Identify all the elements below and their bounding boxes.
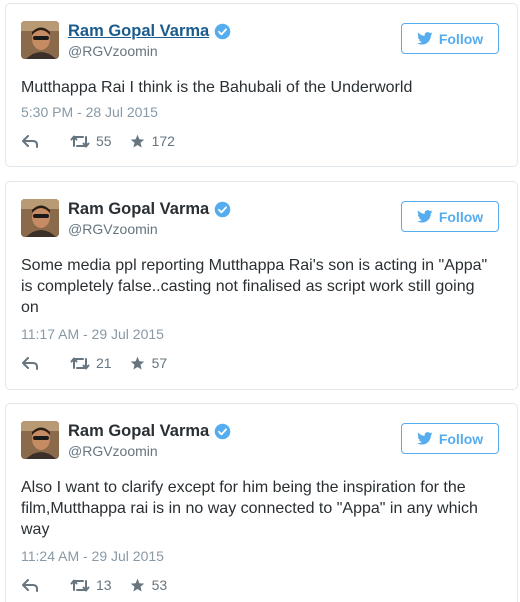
retweet-count: 21 — [96, 355, 112, 371]
retweet-count: 13 — [96, 577, 112, 593]
reply-button[interactable] — [22, 578, 39, 592]
retweet-button[interactable]: 13 — [70, 577, 112, 593]
twitter-bird-icon — [416, 32, 433, 45]
retweet-icon — [70, 579, 90, 591]
tweet-text: Also I want to clarify except for him be… — [21, 479, 478, 538]
retweet-icon — [70, 135, 90, 147]
avatar[interactable] — [21, 21, 59, 59]
tweet-text: Mutthappa Rai I think is the Bahubali of… — [21, 79, 413, 96]
favorite-button[interactable]: 172 — [130, 133, 175, 149]
tweet-card: Ram Gopal Varma @RGVzoomin Follow Muttha… — [5, 3, 518, 167]
favorite-button[interactable]: 57 — [130, 355, 168, 371]
tweet-timestamp[interactable]: 11:17 AM - 29 Jul 2015 — [21, 326, 164, 342]
reply-button[interactable] — [22, 356, 39, 370]
retweet-icon — [70, 357, 90, 369]
reply-icon — [22, 134, 38, 148]
verified-badge-icon — [214, 201, 231, 218]
display-name[interactable]: Ram Gopal Varma — [68, 422, 209, 441]
display-name[interactable]: Ram Gopal Varma — [68, 200, 209, 219]
favorite-count: 172 — [151, 133, 175, 149]
tweet-timestamp[interactable]: 5:30 PM - 28 Jul 2015 — [21, 104, 158, 120]
follow-label: Follow — [438, 208, 484, 225]
tweet-card: Ram Gopal Varma @RGVzoomin Follow Also I… — [5, 403, 518, 602]
reply-button[interactable] — [22, 134, 39, 148]
star-icon — [130, 134, 144, 148]
follow-label: Follow — [438, 30, 484, 47]
twitter-bird-icon — [416, 432, 433, 445]
twitter-bird-icon — [416, 210, 433, 223]
tweet-card: Ram Gopal Varma @RGVzoomin Follow Some m… — [5, 181, 518, 390]
favorite-count: 53 — [151, 577, 168, 593]
display-name[interactable]: Ram Gopal Varma — [68, 22, 209, 41]
favorite-count: 57 — [151, 355, 168, 371]
retweet-count: 55 — [96, 133, 112, 149]
user-handle[interactable]: @RGVzoomin — [68, 43, 231, 59]
favorite-button[interactable]: 53 — [130, 577, 168, 593]
avatar[interactable] — [21, 421, 59, 459]
tweet-actions: 55 172 — [22, 133, 175, 149]
follow-button[interactable]: Follow — [401, 23, 499, 54]
tweet-actions: 21 57 — [22, 355, 167, 371]
reply-icon — [22, 578, 38, 592]
follow-button[interactable]: Follow — [401, 423, 499, 454]
verified-badge-icon — [214, 423, 231, 440]
user-handle[interactable]: @RGVzoomin — [68, 221, 231, 237]
tweet-text: Some media ppl reporting Mutthappa Rai's… — [21, 257, 488, 316]
star-icon — [130, 356, 144, 370]
retweet-button[interactable]: 21 — [70, 355, 112, 371]
star-icon — [130, 578, 144, 592]
follow-label: Follow — [438, 430, 484, 447]
retweet-button[interactable]: 55 — [70, 133, 112, 149]
tweet-actions: 13 53 — [22, 577, 167, 593]
reply-icon — [22, 356, 38, 370]
tweet-timestamp[interactable]: 11:24 AM - 29 Jul 2015 — [21, 548, 164, 564]
verified-badge-icon — [214, 23, 231, 40]
user-handle[interactable]: @RGVzoomin — [68, 443, 231, 459]
follow-button[interactable]: Follow — [401, 201, 499, 232]
avatar[interactable] — [21, 199, 59, 237]
